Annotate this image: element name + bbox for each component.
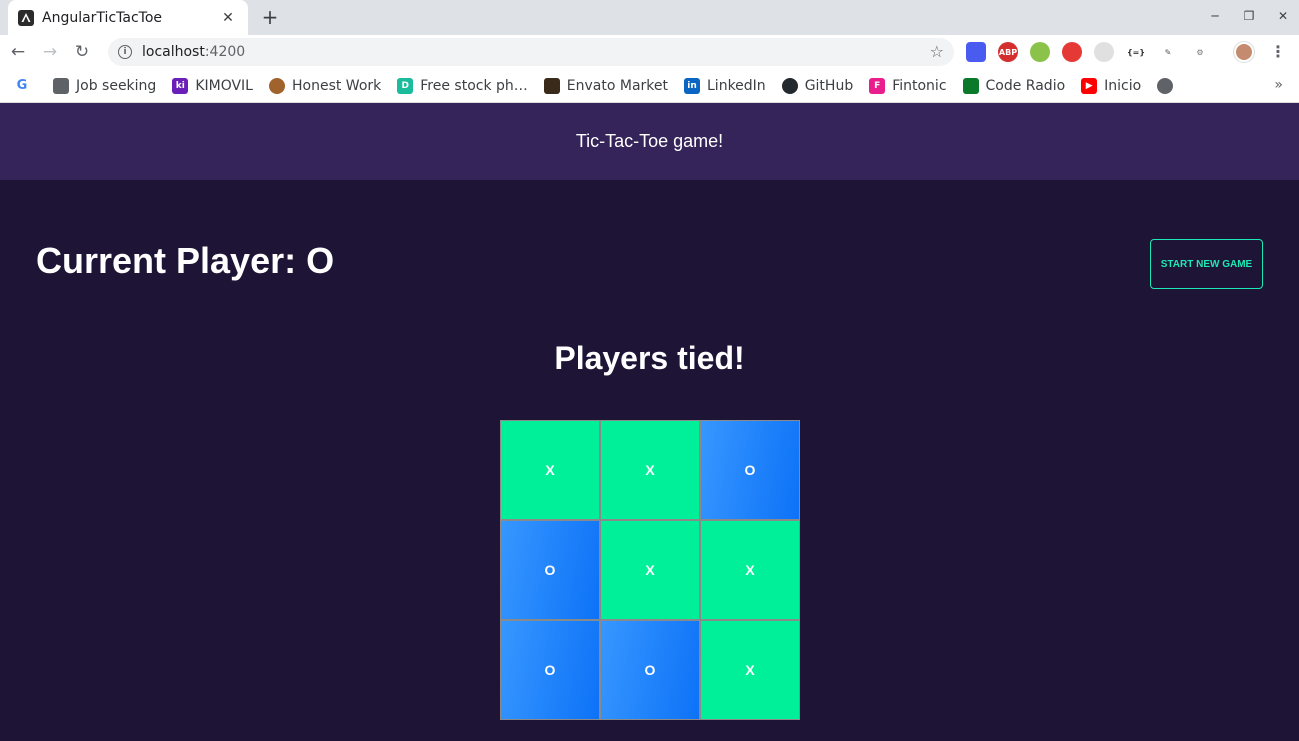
bookmark-linkedin[interactable]: in LinkedIn (684, 77, 766, 94)
extension-icon[interactable] (966, 42, 986, 62)
google-icon: G (16, 78, 28, 93)
browser-toolbar: ← → ↻ i localhost:4200 ☆ ABP {=} ✎ ⚙ ⋮ (0, 35, 1299, 69)
color-picker-icon[interactable]: ✎ (1158, 42, 1178, 62)
bookmark-kimovil[interactable]: ki KIMOVIL (172, 77, 253, 94)
close-window-icon[interactable]: ✕ (1275, 6, 1291, 26)
board-cell-6[interactable]: O (500, 620, 600, 720)
board-cell-4[interactable]: X (600, 520, 700, 620)
code-radio-icon (962, 77, 979, 94)
minimize-icon[interactable]: ─ (1207, 6, 1223, 26)
reload-icon[interactable]: ↻ (68, 38, 96, 66)
fintonic-icon: F (869, 77, 886, 94)
back-icon[interactable]: ← (4, 38, 32, 66)
bookmark-star-icon[interactable]: ☆ (930, 42, 944, 61)
folder-icon (53, 77, 69, 94)
address-bar[interactable]: i localhost:4200 ☆ (108, 38, 954, 66)
bookmark-honest-work[interactable]: Honest Work (268, 77, 381, 94)
json-icon[interactable]: {=} (1126, 42, 1146, 62)
timer-icon[interactable] (1094, 42, 1114, 62)
close-tab-icon[interactable]: ✕ (218, 8, 238, 28)
google-bookmark[interactable]: G (14, 78, 37, 94)
honest-work-icon (268, 77, 285, 94)
url-port: :4200 (204, 44, 246, 60)
menu-icon[interactable]: ⋮ (1270, 42, 1286, 61)
globe-icon (1157, 77, 1174, 94)
bookmarks-bar: G Job seeking ki KIMOVIL Honest Work D F… (0, 69, 1299, 103)
profile-avatar[interactable] (1234, 42, 1254, 62)
bike-icon[interactable]: ⚙ (1190, 42, 1210, 62)
bookmark-inicio[interactable]: ▶ Inicio (1081, 77, 1141, 94)
app-title: Tic-Tac-Toe game! (575, 131, 724, 151)
youtube-icon: ▶ (1081, 77, 1098, 94)
nodejs-icon[interactable] (1030, 42, 1050, 62)
linkedin-icon: in (684, 77, 700, 94)
bookmark-job-seeking[interactable]: Job seeking (53, 77, 156, 94)
board-cell-3[interactable]: O (500, 520, 600, 620)
url-host: localhost (142, 44, 205, 60)
site-info-icon[interactable]: i (118, 45, 132, 59)
angular-icon (18, 9, 34, 26)
restore-icon[interactable]: ❐ (1241, 6, 1257, 26)
kimovil-icon: ki (172, 77, 189, 94)
board-cell-8[interactable]: X (700, 620, 800, 720)
game-board: X X O O X X O O X (500, 420, 800, 720)
browser-tab[interactable]: AngularTicTacToe ✕ (8, 0, 248, 35)
bookmark-envato[interactable]: Envato Market (543, 77, 668, 94)
game-status: Players tied! (554, 340, 745, 376)
browser-tab-bar: AngularTicTacToe ✕ + ─ ❐ ✕ (0, 0, 1299, 35)
board-cell-2[interactable]: O (700, 420, 800, 520)
board-cell-1[interactable]: X (600, 420, 700, 520)
window-controls: ─ ❐ ✕ (1207, 6, 1291, 26)
forward-icon[interactable]: → (36, 38, 64, 66)
board-cell-5[interactable]: X (700, 520, 800, 620)
start-new-game-button[interactable]: START NEW GAME (1150, 239, 1263, 289)
current-player-label: Current Player: O (36, 240, 335, 281)
envato-icon (543, 77, 560, 94)
bookmark-free-stock[interactable]: D Free stock ph… (397, 77, 528, 94)
adblock-icon[interactable]: ABP (998, 42, 1018, 62)
new-tab-icon[interactable]: + (258, 5, 282, 29)
tab-title: AngularTicTacToe (42, 9, 163, 26)
bookmark-github[interactable]: GitHub (781, 77, 853, 94)
bookmark-globe[interactable] (1157, 77, 1180, 94)
board-cell-0[interactable]: X (500, 420, 600, 520)
board-cell-7[interactable]: O (600, 620, 700, 720)
app-header: Tic-Tac-Toe game! (0, 103, 1299, 180)
github-icon (781, 77, 798, 94)
bookmark-fintonic[interactable]: F Fintonic (869, 77, 947, 94)
more-bookmarks-icon[interactable]: » (1274, 77, 1283, 93)
extensions: ABP {=} ✎ ⚙ (966, 42, 1210, 62)
stop-icon[interactable] (1062, 42, 1082, 62)
stock-photo-icon: D (397, 77, 414, 94)
bookmark-code-radio[interactable]: Code Radio (962, 77, 1065, 94)
